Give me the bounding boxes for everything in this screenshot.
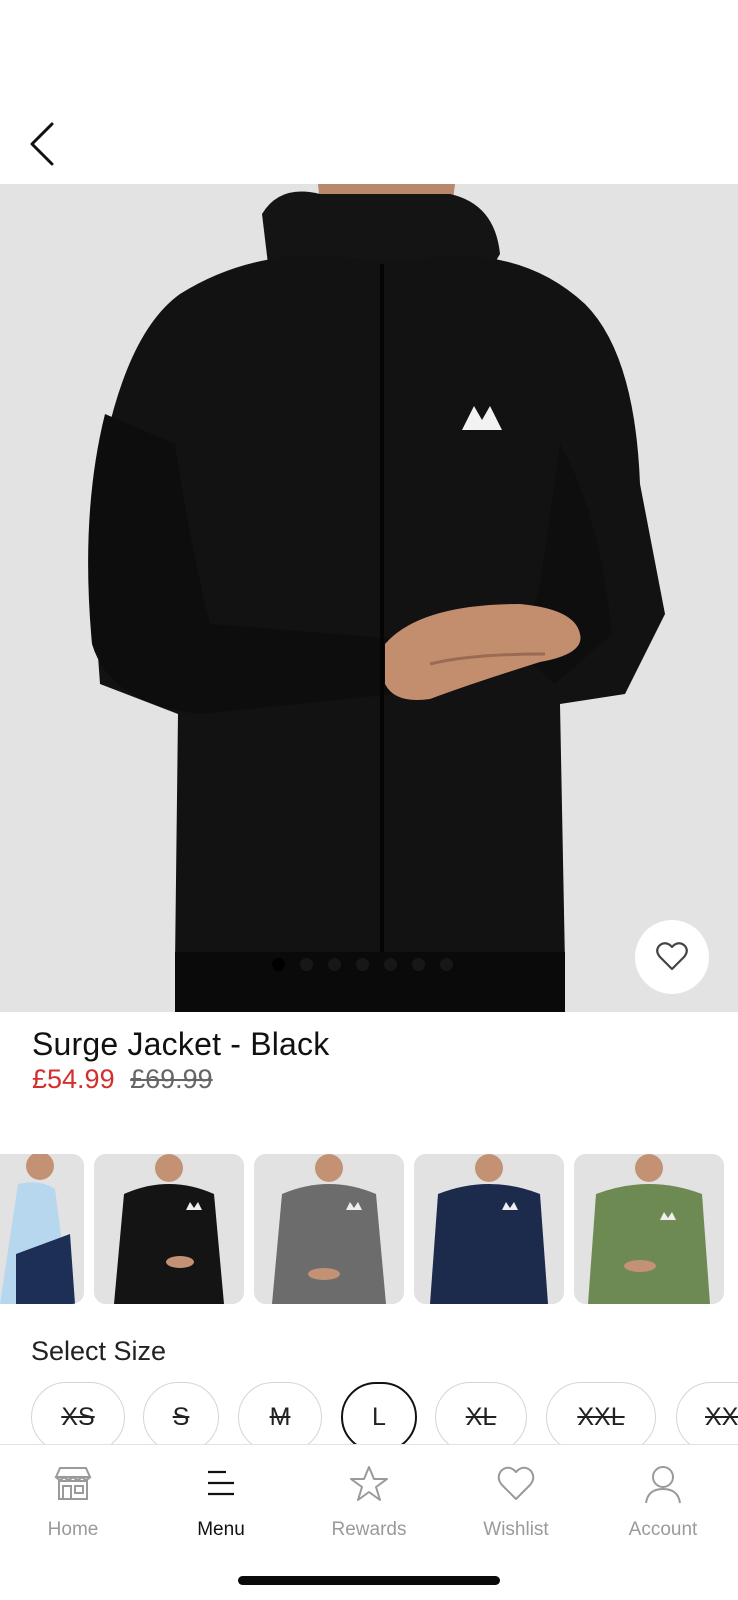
swatch-black[interactable] bbox=[94, 1154, 244, 1304]
storefront-icon bbox=[54, 1467, 92, 1500]
swatch-grey[interactable] bbox=[254, 1154, 404, 1304]
size-label: XL bbox=[465, 1402, 497, 1431]
carousel-pagination bbox=[272, 958, 453, 971]
tab-label: Menu bbox=[197, 1519, 245, 1540]
tab-rewards[interactable]: Rewards bbox=[309, 1461, 429, 1541]
swatch-image bbox=[574, 1154, 724, 1304]
carousel-dot[interactable] bbox=[412, 958, 425, 971]
color-swatch-list bbox=[0, 1154, 738, 1304]
size-option-xs[interactable]: XS bbox=[31, 1382, 125, 1444]
price-row: £54.99 £69.99 bbox=[32, 1064, 213, 1095]
tab-account[interactable]: Account bbox=[603, 1461, 723, 1541]
size-option-s[interactable]: S bbox=[143, 1382, 219, 1444]
size-label: XXL bbox=[577, 1402, 625, 1431]
tab-home[interactable]: Home bbox=[13, 1461, 133, 1541]
tab-label: Rewards bbox=[331, 1519, 407, 1540]
size-label: XXXL bbox=[705, 1402, 738, 1431]
carousel-dot[interactable] bbox=[300, 958, 313, 971]
heart-icon bbox=[656, 942, 688, 971]
heart-icon bbox=[497, 1466, 535, 1500]
swatch-khaki-green[interactable] bbox=[574, 1154, 724, 1304]
size-selector: XS S M L XL XXL XXXL bbox=[0, 1380, 738, 1444]
swatch-image bbox=[254, 1154, 404, 1304]
tab-label: Account bbox=[628, 1519, 698, 1540]
sale-price: £54.99 bbox=[32, 1064, 115, 1094]
select-size-label: Select Size bbox=[31, 1336, 167, 1366]
back-button[interactable] bbox=[22, 112, 66, 172]
size-label: L bbox=[372, 1402, 386, 1431]
size-option-m[interactable]: M bbox=[238, 1382, 322, 1444]
size-label: S bbox=[172, 1402, 190, 1431]
swatch-light-blue[interactable] bbox=[0, 1154, 84, 1304]
menu-icon bbox=[208, 1470, 234, 1496]
size-option-xl[interactable]: XL bbox=[435, 1382, 527, 1444]
size-label: XS bbox=[61, 1402, 95, 1431]
add-to-wishlist-button[interactable] bbox=[635, 920, 709, 994]
carousel-dot[interactable] bbox=[384, 958, 397, 971]
product-title: Surge Jacket - Black bbox=[32, 1026, 330, 1062]
home-indicator bbox=[238, 1576, 500, 1585]
carousel-dot[interactable] bbox=[356, 958, 369, 971]
tab-wishlist[interactable]: Wishlist bbox=[456, 1461, 576, 1541]
tab-label: Home bbox=[47, 1519, 99, 1540]
tab-menu[interactable]: Menu bbox=[161, 1461, 281, 1541]
size-option-xxl[interactable]: XXL bbox=[546, 1382, 656, 1444]
person-icon bbox=[645, 1466, 681, 1504]
swatch-image bbox=[0, 1154, 84, 1304]
size-option-l[interactable]: L bbox=[341, 1382, 417, 1444]
size-option-xxxl[interactable]: XXXL bbox=[676, 1382, 738, 1444]
swatch-image bbox=[414, 1154, 564, 1304]
product-image bbox=[0, 184, 738, 1012]
swatch-image bbox=[94, 1154, 244, 1304]
carousel-dot[interactable] bbox=[272, 958, 285, 971]
product-image-carousel[interactable] bbox=[0, 184, 738, 1012]
original-price: £69.99 bbox=[130, 1064, 213, 1094]
chevron-left-icon bbox=[30, 122, 54, 166]
carousel-dot[interactable] bbox=[328, 958, 341, 971]
swatch-navy[interactable] bbox=[414, 1154, 564, 1304]
carousel-dot[interactable] bbox=[440, 958, 453, 971]
tab-label: Wishlist bbox=[483, 1519, 549, 1540]
size-label: M bbox=[269, 1402, 291, 1431]
star-icon bbox=[350, 1466, 388, 1501]
